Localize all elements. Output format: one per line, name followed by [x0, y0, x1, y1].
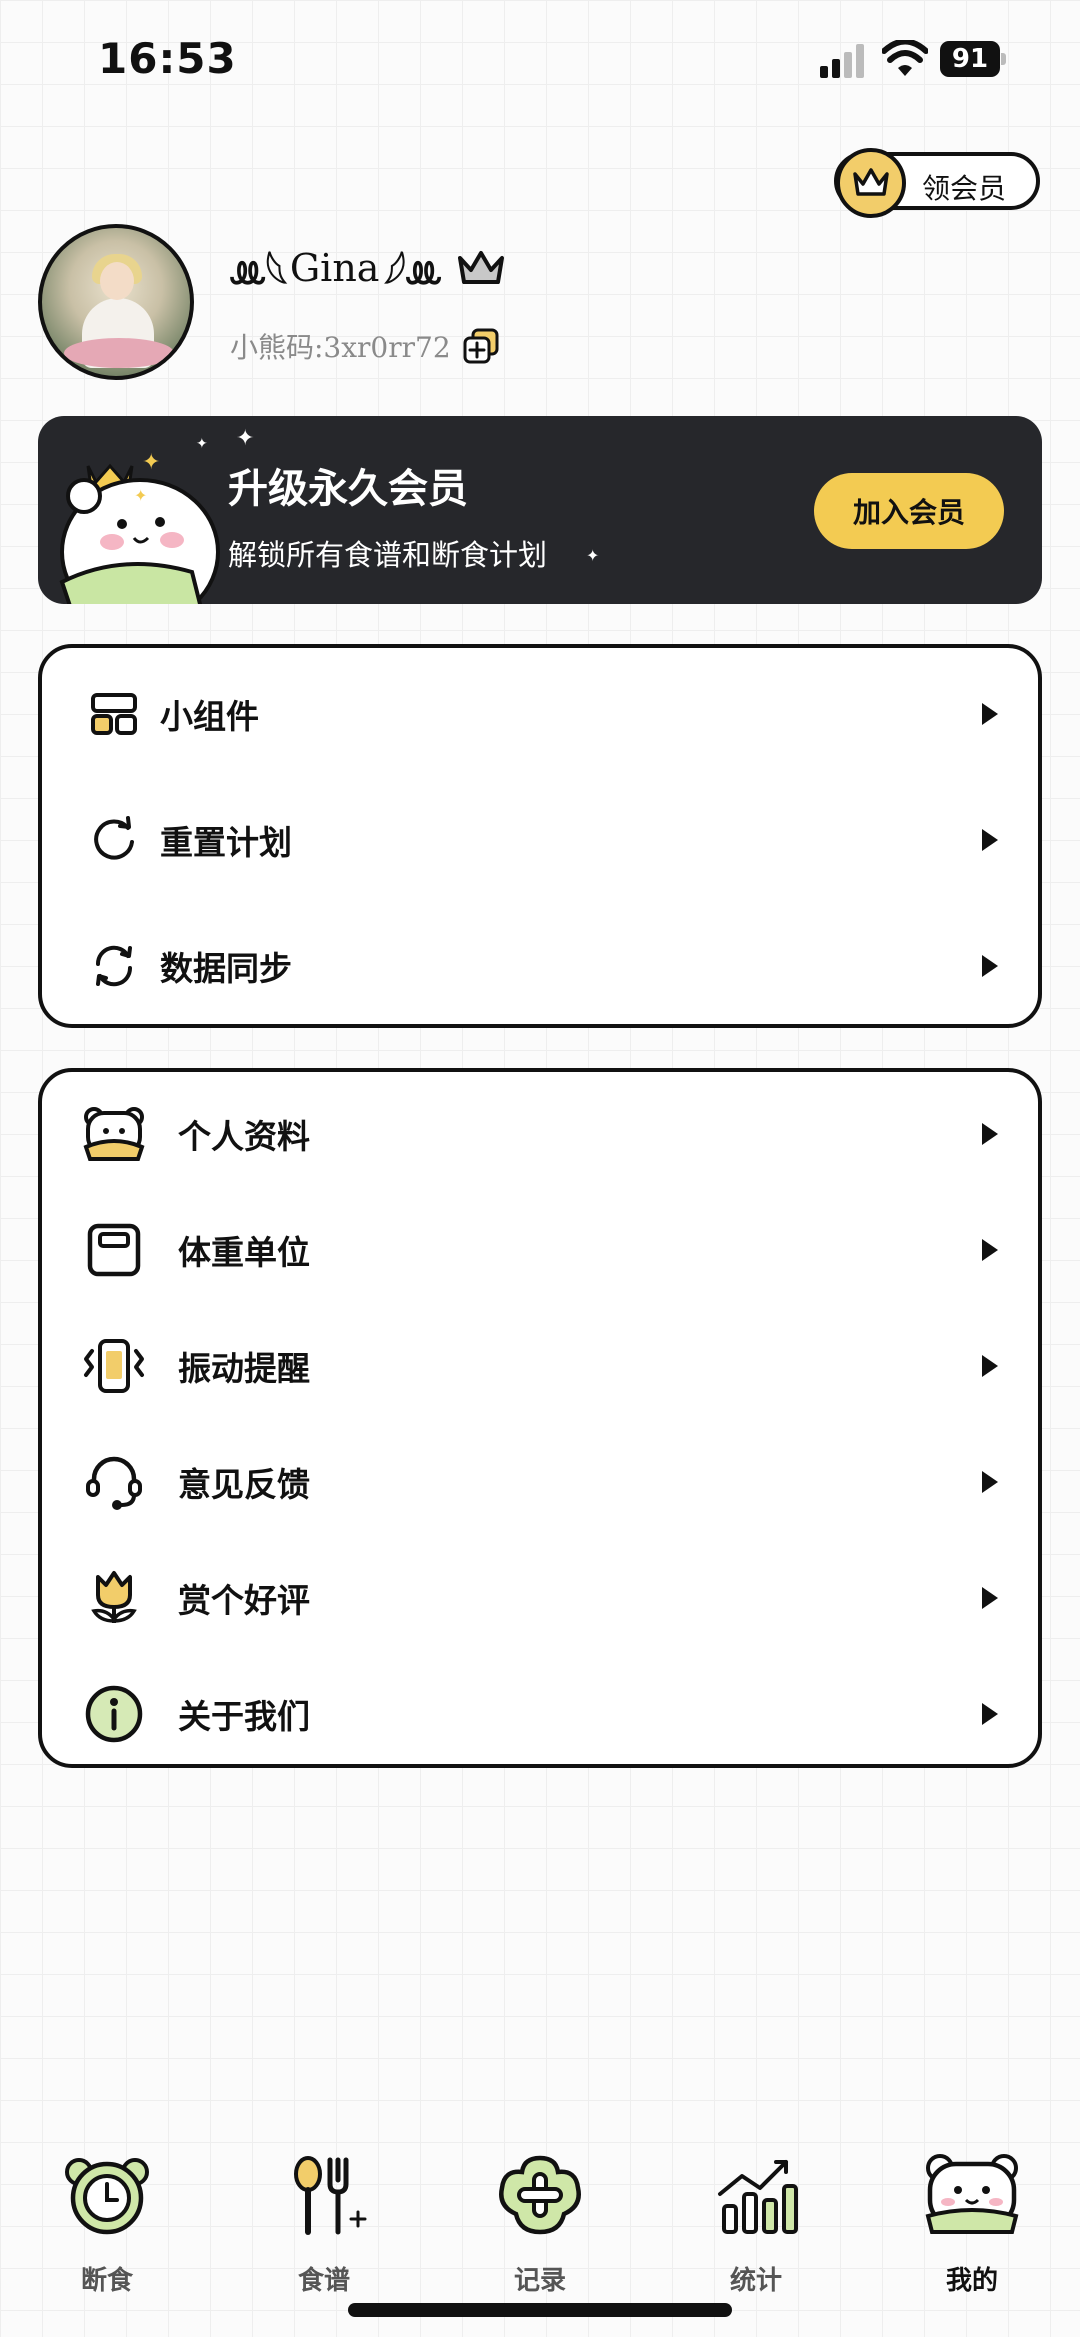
nav-tab-recipes[interactable]: 食谱: [249, 2150, 399, 2297]
menu-item-vibration[interactable]: 振动提醒: [42, 1326, 1038, 1406]
join-membership-button[interactable]: 加入会员: [814, 473, 1004, 549]
chevron-right-icon: [982, 703, 998, 725]
bottom-navigation: 断食 食谱 记录 统计 我的: [0, 2120, 1080, 2320]
copy-icon[interactable]: [463, 328, 499, 364]
menu-item-about[interactable]: 关于我们: [42, 1674, 1038, 1754]
chevron-right-icon: [982, 955, 998, 977]
chevron-right-icon: [982, 1355, 998, 1377]
settings-card-personal: 个人资料 体重单位 振动提醒 意见反馈 赏个好评 关于我们: [38, 1068, 1042, 1768]
settings-card-tools: 小组件 重置计划 数据同步: [38, 644, 1042, 1028]
user-code-row: 小熊码:3xr0rr72: [230, 326, 499, 366]
get-membership-button[interactable]: 领会员: [834, 148, 1040, 218]
menu-item-label: 体重单位: [178, 1233, 310, 1272]
banner-title: 升级永久会员: [228, 465, 468, 512]
nav-tab-fasting[interactable]: 断食: [32, 2150, 182, 2297]
vibrate-icon: [82, 1334, 146, 1398]
nav-tab-record[interactable]: 记录: [465, 2150, 615, 2297]
crown-badge-icon: [458, 251, 505, 284]
nav-tab-label: 统计: [729, 2266, 782, 2296]
reset-icon: [82, 808, 146, 872]
scale-icon: [82, 1218, 146, 1282]
chart-icon: [718, 2160, 798, 2234]
chevron-right-icon: [982, 1123, 998, 1145]
user-name: Gina: [289, 246, 380, 290]
sync-icon: [82, 934, 146, 998]
nav-tab-label: 食谱: [297, 2266, 350, 2296]
nav-tab-label: 断食: [80, 2266, 133, 2296]
menu-item-label: 赏个好评: [178, 1581, 310, 1620]
menu-item-data-sync[interactable]: 数据同步: [42, 926, 1038, 1006]
home-indicator: [348, 2303, 732, 2317]
cellular-signal-icon: [820, 44, 864, 78]
chevron-right-icon: [982, 829, 998, 851]
status-time: 16:53: [98, 34, 237, 83]
get-membership-label: 领会员: [922, 172, 1007, 205]
chevron-right-icon: [982, 1471, 998, 1493]
info-icon: [82, 1682, 146, 1746]
menu-item-label: 意见反馈: [178, 1465, 310, 1504]
add-record-icon: [499, 2155, 581, 2235]
menu-item-label: 数据同步: [160, 949, 292, 988]
chevron-right-icon: [982, 1703, 998, 1725]
nav-tab-label: 我的: [945, 2266, 998, 2296]
utensils-icon: [294, 2156, 367, 2235]
crown-icon: [836, 148, 906, 218]
user-code: 小熊码:3xr0rr72: [230, 331, 451, 364]
avatar[interactable]: [38, 224, 194, 380]
menu-item-label: 关于我们: [178, 1697, 310, 1736]
nav-tab-label: 记录: [513, 2266, 566, 2296]
wifi-icon: [882, 40, 928, 76]
nav-tab-mine[interactable]: 我的: [897, 2150, 1047, 2297]
menu-item-widget[interactable]: 小组件: [42, 674, 1038, 754]
menu-item-label: 个人资料: [178, 1117, 310, 1156]
menu-item-label: 小组件: [160, 697, 259, 736]
menu-item-feedback[interactable]: 意见反馈: [42, 1442, 1038, 1522]
bear-icon: [925, 2154, 1019, 2234]
menu-item-rate[interactable]: 赏个好评: [42, 1558, 1038, 1638]
upgrade-banner[interactable]: ✦ ✦ ✦ ✦ ✦ 升级永久会员 解锁所有食谱和断食计划 加入会员: [38, 416, 1042, 604]
headset-icon: [82, 1450, 146, 1514]
banner-subtitle: 解锁所有食谱和断食计划: [228, 538, 548, 572]
bear-profile-icon: [82, 1102, 146, 1166]
menu-item-label: 重置计划: [160, 823, 292, 862]
menu-item-profile[interactable]: 个人资料: [42, 1094, 1038, 1174]
tulip-icon: [82, 1566, 146, 1630]
menu-item-label: 振动提醒: [178, 1349, 310, 1388]
clock-icon: [65, 2158, 149, 2235]
widget-icon: [82, 682, 146, 746]
menu-item-reset-plan[interactable]: 重置计划: [42, 800, 1038, 880]
battery-icon: 91: [940, 41, 1006, 77]
battery-level: 91: [940, 41, 1000, 77]
name-decoration-right: 𓆪ꔛ: [383, 251, 443, 297]
profile-name[interactable]: ꔛ𓆩 Gina 𓆪ꔛ: [228, 240, 507, 297]
nav-tab-stats[interactable]: 统计: [681, 2150, 831, 2297]
status-bar: 16:53 91: [0, 0, 1080, 120]
chevron-right-icon: [982, 1587, 998, 1609]
name-decoration-left: ꔛ𓆩: [228, 251, 288, 297]
menu-item-weight-unit[interactable]: 体重单位: [42, 1210, 1038, 1290]
chevron-right-icon: [982, 1239, 998, 1261]
